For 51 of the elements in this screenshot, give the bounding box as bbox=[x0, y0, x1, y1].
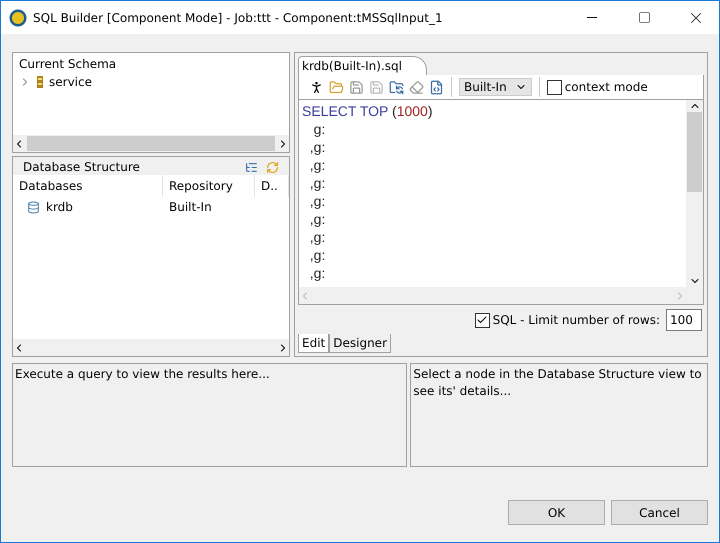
scrollbar-thumb[interactable] bbox=[687, 112, 702, 192]
minimize-icon bbox=[587, 17, 597, 18]
folder-sync-icon[interactable] bbox=[389, 80, 404, 94]
editor-mode-tab[interactable]: Edit bbox=[298, 334, 330, 353]
code-line: ,g: bbox=[308, 264, 326, 282]
code-line: ,g: bbox=[308, 174, 326, 192]
save-as-icon[interactable] bbox=[369, 80, 384, 94]
context-mode-checkbox[interactable] bbox=[546, 80, 562, 94]
code-line: g: bbox=[312, 120, 326, 138]
horizontal-scrollbar[interactable] bbox=[13, 135, 289, 152]
limit-rows-checkbox[interactable] bbox=[474, 312, 490, 328]
schema-icon bbox=[37, 76, 43, 88]
details-panel: Select a node in the Database Structure view to see its' details... bbox=[410, 363, 708, 467]
table-cell[interactable]: krdb bbox=[46, 200, 73, 214]
tree-view-icon[interactable] bbox=[245, 160, 258, 174]
tree-item[interactable]: service bbox=[49, 75, 92, 89]
code-line: SELECT TOP (1000) bbox=[302, 102, 434, 120]
save-icon[interactable] bbox=[349, 80, 364, 94]
sql-file-icon[interactable] bbox=[429, 80, 444, 94]
column-header[interactable]: D.. bbox=[255, 175, 289, 197]
row-limit-field[interactable]: 100 bbox=[666, 309, 702, 331]
checkbox-label: SQL - Limit number of rows: bbox=[492, 313, 660, 327]
editor-mode-tab[interactable]: Designer bbox=[329, 334, 391, 353]
eraser-icon[interactable] bbox=[409, 80, 424, 94]
maximize-icon bbox=[638, 11, 650, 24]
horizontal-scrollbar[interactable] bbox=[13, 339, 289, 356]
connection-dropdown[interactable]: Built-In bbox=[459, 78, 532, 96]
database-icon bbox=[27, 200, 40, 214]
check-icon bbox=[476, 314, 488, 326]
code-line: ,g: bbox=[308, 138, 326, 156]
open-folder-icon[interactable] bbox=[329, 80, 344, 94]
scrollbar-thumb[interactable] bbox=[27, 136, 275, 151]
cancel-button[interactable]: Cancel bbox=[611, 500, 708, 525]
code-line: ,g: bbox=[308, 192, 326, 210]
editor-tab[interactable]: krdb(Built-In).sql bbox=[298, 56, 427, 75]
panel-title: Database Structure bbox=[23, 160, 141, 174]
panel-title: Current Schema bbox=[18, 56, 118, 73]
app-logo-icon bbox=[9, 8, 27, 26]
table-cell: Built-In bbox=[169, 200, 212, 214]
refresh-icon[interactable] bbox=[266, 160, 279, 174]
checkbox-label: context mode bbox=[564, 80, 648, 94]
vertical-scrollbar[interactable] bbox=[686, 100, 703, 287]
window-title: SQL Builder [Component Mode] - Job:ttt - Component:tMSSqlInput_1 bbox=[33, 10, 444, 24]
code-line: ,g: bbox=[308, 210, 326, 228]
code-line: ,g: bbox=[308, 156, 326, 174]
column-header[interactable]: Repository bbox=[163, 175, 255, 197]
code-line: ,g: bbox=[308, 246, 326, 264]
ok-button[interactable]: OK bbox=[508, 500, 605, 525]
results-panel: Execute a query to view the results here... bbox=[12, 363, 408, 467]
column-header[interactable]: Databases bbox=[13, 175, 163, 197]
code-line: ,g: bbox=[308, 228, 326, 246]
